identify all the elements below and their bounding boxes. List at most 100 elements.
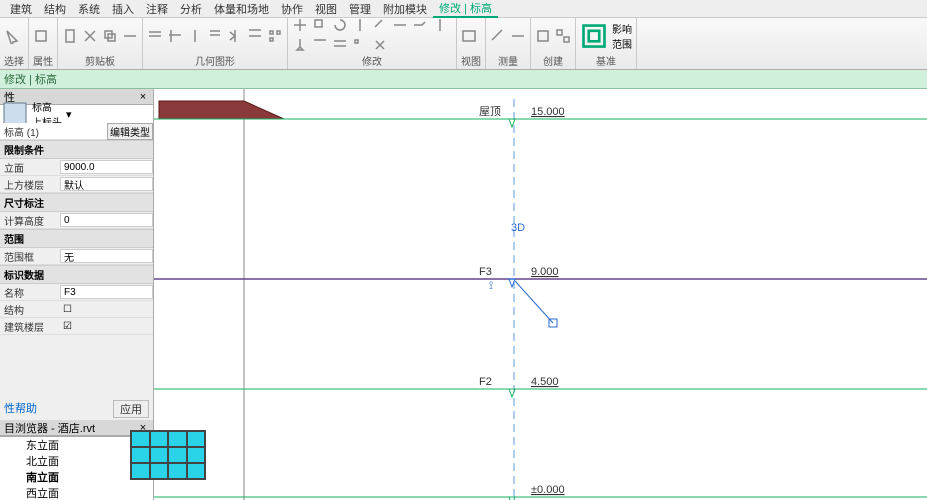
property-label: 上方楼层 [0, 177, 60, 192]
delete-icon[interactable] [372, 37, 388, 53]
menu-item[interactable]: 分析 [174, 1, 208, 17]
scope-icon[interactable] [580, 22, 608, 50]
elevation-view-svg: 屋顶15.000F39.000⟟3DF24.500±0.000 [154, 89, 927, 500]
menu-item[interactable]: 管理 [343, 1, 377, 17]
property-value[interactable]: 9000.0 [60, 160, 153, 174]
menu-item[interactable]: 建筑 [4, 1, 38, 17]
scale-icon[interactable] [372, 17, 388, 33]
property-label: 立面 [0, 160, 60, 175]
align-icon[interactable] [247, 28, 263, 44]
svg-text:15.000: 15.000 [531, 106, 565, 118]
join-icon[interactable] [147, 28, 163, 44]
cut-icon[interactable] [82, 28, 98, 44]
menu-item[interactable]: 结构 [38, 1, 72, 17]
property-value: ☑ [60, 319, 153, 333]
ribbon-group-label: 几何图形 [147, 53, 283, 69]
svg-text:F2: F2 [479, 376, 492, 388]
ribbon-group-label: 修改 [292, 53, 452, 69]
split2-icon[interactable] [432, 17, 448, 33]
viewbox-icon[interactable] [461, 28, 477, 44]
menu-item[interactable]: 附加模块 [377, 1, 433, 17]
create-icon[interactable] [535, 28, 551, 44]
svg-text:3D: 3D [511, 222, 525, 234]
property-group-header[interactable]: 标识数据 [0, 265, 153, 284]
property-group-header[interactable]: 范围 [0, 229, 153, 248]
menu-item[interactable]: 系统 [72, 1, 106, 17]
project-browser-title: 目浏览器 - 酒店.rvt [4, 420, 95, 436]
group-icon[interactable] [555, 28, 571, 44]
move-icon[interactable] [292, 17, 308, 33]
apply-button[interactable]: 应用 [113, 400, 149, 418]
ribbon: 选择属性剪贴板几何图形修改视图测量创建 影响 范围基准 [0, 18, 927, 70]
svg-text:F3: F3 [479, 266, 492, 278]
property-value: ☐ [60, 302, 153, 316]
menu-bar: 建筑结构系统插入注释分析体量和场地协作视图管理附加模块修改 | 标高 [0, 0, 927, 18]
copy2-icon[interactable] [312, 17, 328, 33]
property-row: 计算高度0 [0, 212, 153, 229]
trim-icon[interactable] [167, 28, 183, 44]
menu-item[interactable]: 体量和场地 [208, 1, 275, 17]
ribbon-group-label: 视图 [461, 53, 481, 69]
array2-icon[interactable] [352, 37, 368, 53]
menu-item[interactable]: 协作 [275, 1, 309, 17]
property-value[interactable]: F3 [60, 285, 153, 299]
ribbon-group-label: 剪贴板 [62, 53, 138, 69]
svg-text:9.000: 9.000 [531, 266, 559, 278]
property-value[interactable]: 默认 [60, 177, 153, 191]
property-row: 立面9000.0 [0, 159, 153, 176]
ribbon-group-label: 创建 [535, 53, 571, 69]
menu-item[interactable]: 视图 [309, 1, 343, 17]
material-swatch[interactable] [130, 430, 206, 480]
dim-icon[interactable] [510, 28, 526, 44]
array-icon[interactable] [267, 28, 283, 44]
instance-label: 标高 (1) [0, 124, 70, 139]
instance-row: 标高 (1) 编辑类型 [0, 123, 153, 140]
property-label: 计算高度 [0, 213, 60, 228]
ribbon-group-label: 选择 [4, 53, 24, 69]
close-icon[interactable]: × [137, 91, 149, 103]
type-selector[interactable]: 标高 上标头 ▾ [0, 105, 153, 123]
cursor-icon[interactable] [4, 28, 20, 44]
svg-text:⟟: ⟟ [489, 280, 493, 292]
property-label: 名称 [0, 285, 60, 300]
pin-icon[interactable] [292, 37, 308, 53]
ribbon-group-label: 属性 [33, 53, 53, 69]
ribbon-big-label: 影响 范围 [612, 21, 632, 51]
context-label: 修改 | 标高 [4, 71, 57, 87]
ribbon-group-label: 测量 [490, 53, 526, 69]
match-icon[interactable] [122, 28, 138, 44]
paste-icon[interactable] [62, 28, 78, 44]
prop-icon[interactable] [33, 28, 49, 44]
property-group-header[interactable]: 尺寸标注 [0, 193, 153, 212]
property-label: 建筑楼层 [0, 319, 60, 334]
mirror-icon[interactable] [227, 28, 243, 44]
offset2-icon[interactable] [332, 37, 348, 53]
browser-leaf[interactable]: 西立面 [0, 485, 153, 500]
svg-text:±0.000: ±0.000 [531, 484, 565, 496]
property-label: 结构 [0, 302, 60, 317]
property-row: 上方楼层默认 [0, 176, 153, 193]
menu-item[interactable]: 插入 [106, 1, 140, 17]
measure-icon[interactable] [490, 28, 506, 44]
property-row: 建筑楼层☑ [0, 318, 153, 335]
property-value[interactable]: 无 [60, 249, 153, 263]
offset-icon[interactable] [207, 28, 223, 44]
trim2-icon[interactable] [392, 17, 408, 33]
menu-item[interactable]: 注释 [140, 1, 174, 17]
edit-type-button[interactable]: 编辑类型 [107, 123, 153, 140]
copy-icon[interactable] [102, 28, 118, 44]
property-value[interactable]: 0 [60, 213, 153, 227]
property-row: 名称F3 [0, 284, 153, 301]
drawing-canvas[interactable]: 屋顶15.000F39.000⟟3DF24.500±0.000 [154, 89, 927, 500]
chevron-down-icon[interactable]: ▾ [66, 108, 72, 121]
align2-icon[interactable] [312, 37, 328, 53]
ribbon-group-label: 基准 [580, 53, 632, 69]
mirror2-icon[interactable] [352, 17, 368, 33]
rotate-icon[interactable] [332, 17, 348, 33]
extend-icon[interactable] [412, 17, 428, 33]
property-row: 范围框无 [0, 248, 153, 265]
properties-help-link[interactable]: 性帮助 [4, 400, 37, 418]
menu-item[interactable]: 修改 | 标高 [433, 0, 498, 18]
split-icon[interactable] [187, 28, 203, 44]
property-group-header[interactable]: 限制条件 [0, 140, 153, 159]
